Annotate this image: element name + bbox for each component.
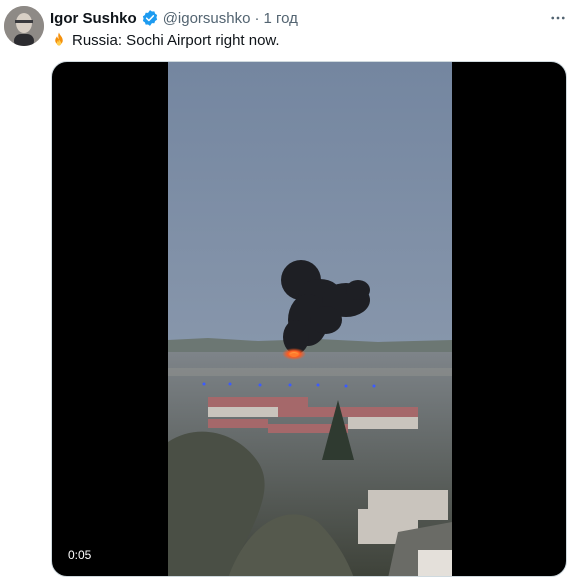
video-player[interactable]: 0:05 — [51, 61, 567, 577]
tweet-time[interactable]: 1 год — [263, 10, 297, 27]
tweet-text-row: Russia: Sochi Airport right now. — [50, 30, 280, 50]
more-options-icon[interactable] — [547, 8, 569, 28]
avatar-photo — [4, 6, 44, 46]
tweet-header: Igor Sushko @igorsushko · 1 год — [50, 8, 298, 28]
video-duration: 0:05 — [62, 546, 98, 564]
separator-dot: · — [254, 9, 260, 27]
author-handle[interactable]: @igorsushko — [163, 10, 251, 27]
author-name[interactable]: Igor Sushko — [50, 10, 137, 27]
video-thumbnail — [168, 62, 452, 576]
fire-icon — [50, 31, 68, 49]
avatar[interactable] — [4, 6, 44, 46]
video-frame[interactable] — [168, 62, 452, 576]
tweet-text: Russia: Sochi Airport right now. — [72, 31, 280, 49]
verified-badge-icon — [141, 9, 159, 27]
tweet[interactable]: Igor Sushko @igorsushko · 1 год Russia: … — [0, 0, 579, 577]
